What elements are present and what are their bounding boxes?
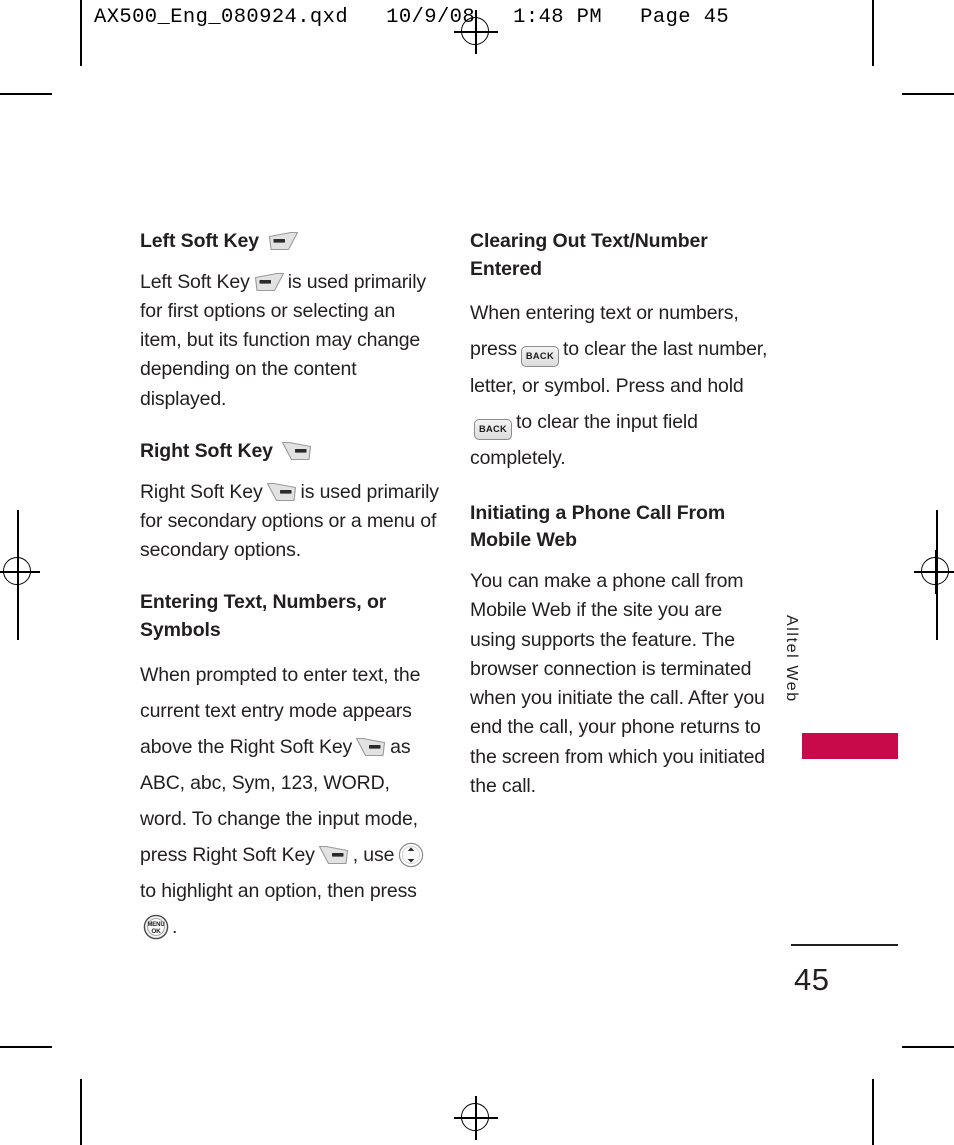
side-tab-color-block bbox=[802, 733, 898, 759]
left-text-column: Left Soft Key Left Soft Key is used prima… bbox=[140, 228, 440, 945]
paragraph-ent-part4: to highlight an option, then press bbox=[140, 880, 417, 903]
left-soft-key-icon bbox=[253, 272, 285, 292]
paragraph-clearing-out-text: When entering text or numbers, press BACK… bbox=[470, 295, 770, 475]
heading-left-soft-key-text: Left Soft Key bbox=[140, 230, 259, 252]
registration-mark-right bbox=[914, 550, 954, 594]
crop-mark-bottom-right-horizontal bbox=[902, 1046, 954, 1048]
paragraph-entering-text: When prompted to enter text, the current… bbox=[140, 657, 440, 946]
crop-mark-bottom-right-vertical bbox=[872, 1079, 874, 1145]
paragraph-ent-part3: , use bbox=[352, 844, 395, 867]
menu-ok-key-icon: MENU OK bbox=[143, 914, 169, 940]
printed-page: AX500_Eng_080924.qxd 10/9/08 1:48 PM Pag… bbox=[0, 0, 954, 1145]
side-tab-label: Alltel Web bbox=[783, 615, 800, 703]
back-key-icon: BACK bbox=[474, 418, 512, 440]
right-soft-key-icon bbox=[355, 737, 387, 757]
crop-mark-top-left-horizontal bbox=[0, 93, 52, 95]
right-text-column: Clearing Out Text/Number Entered When en… bbox=[470, 228, 770, 801]
paragraph-rsk-part1: Right Soft Key bbox=[140, 480, 263, 503]
right-soft-key-icon bbox=[318, 845, 350, 865]
navigation-key-icon bbox=[398, 842, 424, 868]
registration-mark-left bbox=[0, 550, 40, 594]
crop-mark-bottom-left-vertical bbox=[80, 1079, 82, 1145]
heading-initiating-phone-call: Initiating a Phone Call From Mobile Web bbox=[470, 501, 726, 552]
right-soft-key-icon bbox=[281, 441, 313, 461]
heading-left-soft-key: Left Soft Key bbox=[140, 228, 440, 256]
paragraph-initiating-phone-call: You can make a phone call from Mobile We… bbox=[470, 570, 765, 797]
crop-mark-bottom-left-horizontal bbox=[0, 1046, 52, 1048]
folio-rule bbox=[791, 944, 898, 946]
print-slug-line: AX500_Eng_080924.qxd 10/9/08 1:48 PM Pag… bbox=[94, 6, 730, 29]
back-key-icon: BACK bbox=[520, 346, 559, 368]
paragraph-right-soft-key: Right Soft Key is used primarily for seco… bbox=[140, 478, 440, 566]
crop-mark-top-right-horizontal bbox=[902, 93, 954, 95]
page-number: 45 bbox=[794, 962, 830, 997]
heading-right-soft-key: Right Soft Key bbox=[140, 438, 440, 466]
heading-clearing-out-text: Clearing Out Text/Number Entered bbox=[470, 230, 708, 280]
registration-mark-bottom bbox=[454, 1096, 498, 1140]
paragraph-ent-part5: . bbox=[172, 916, 178, 939]
crop-mark-top-left-vertical bbox=[80, 0, 82, 66]
svg-text:OK: OK bbox=[151, 928, 161, 935]
right-soft-key-icon bbox=[266, 482, 298, 502]
paragraph-lsk-part1: Left Soft Key bbox=[140, 270, 250, 293]
crop-mark-top-right-vertical bbox=[872, 0, 874, 66]
heading-entering-text: Entering Text, Numbers, or Symbols bbox=[140, 591, 387, 642]
paragraph-left-soft-key: Left Soft Key is used primarily for first… bbox=[140, 268, 440, 414]
left-soft-key-icon bbox=[267, 231, 299, 251]
heading-right-soft-key-text: Right Soft Key bbox=[140, 439, 273, 462]
